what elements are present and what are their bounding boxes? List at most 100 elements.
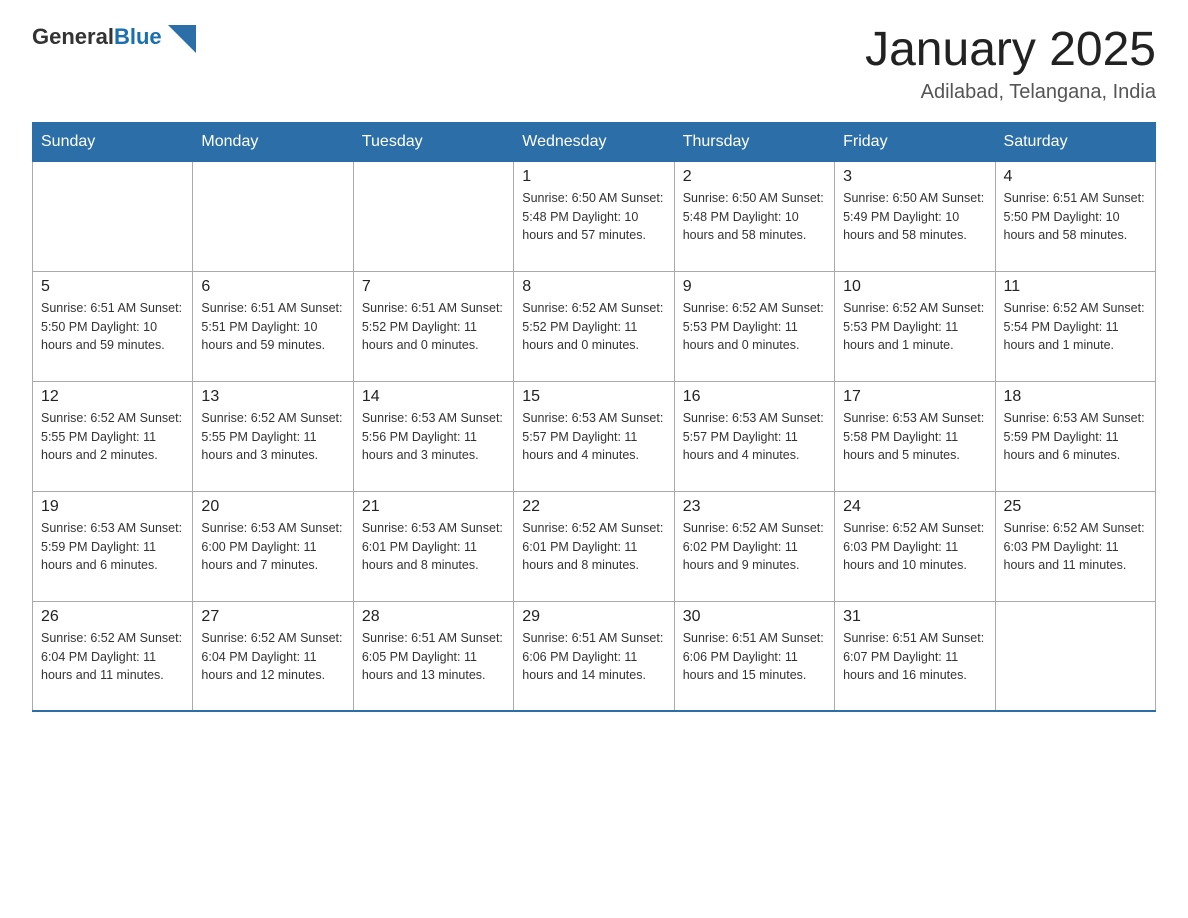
day-number: 30 bbox=[683, 608, 826, 626]
calendar-cell: 21 Sunrise: 6:53 AM Sunset: 6:01 PM Dayli… bbox=[353, 491, 513, 601]
day-info: Sunrise: 6:52 AM Sunset: 5:54 PM Dayligh… bbox=[1004, 299, 1147, 355]
day-number: 29 bbox=[522, 608, 665, 626]
day-number: 21 bbox=[362, 498, 505, 516]
day-number: 13 bbox=[201, 388, 344, 406]
calendar-cell: 31 Sunrise: 6:51 AM Sunset: 6:07 PM Dayli… bbox=[835, 601, 995, 711]
day-info: Sunrise: 6:51 AM Sunset: 5:51 PM Dayligh… bbox=[201, 299, 344, 355]
day-number: 26 bbox=[41, 608, 184, 626]
day-info: Sunrise: 6:50 AM Sunset: 5:49 PM Dayligh… bbox=[843, 189, 986, 245]
day-info: Sunrise: 6:51 AM Sunset: 6:05 PM Dayligh… bbox=[362, 629, 505, 685]
day-number: 23 bbox=[683, 498, 826, 516]
week-row-1: 1 Sunrise: 6:50 AM Sunset: 5:48 PM Daylig… bbox=[33, 161, 1156, 271]
week-row-3: 12 Sunrise: 6:52 AM Sunset: 5:55 PM Dayli… bbox=[33, 381, 1156, 491]
calendar-cell: 14 Sunrise: 6:53 AM Sunset: 5:56 PM Dayli… bbox=[353, 381, 513, 491]
weekday-header-thursday: Thursday bbox=[674, 122, 834, 161]
day-info: Sunrise: 6:52 AM Sunset: 5:52 PM Dayligh… bbox=[522, 299, 665, 355]
logo-icon bbox=[168, 25, 196, 53]
day-number: 18 bbox=[1004, 388, 1147, 406]
calendar-cell: 26Sunrise: 6:52 AM Sunset: 6:04 PM Dayli… bbox=[33, 601, 193, 711]
day-info: Sunrise: 6:51 AM Sunset: 6:06 PM Dayligh… bbox=[522, 629, 665, 685]
calendar-cell: 8 Sunrise: 6:52 AM Sunset: 5:52 PM Daylig… bbox=[514, 271, 674, 381]
calendar-cell: 12Sunrise: 6:52 AM Sunset: 5:55 PM Dayli… bbox=[33, 381, 193, 491]
calendar-body: 1 Sunrise: 6:50 AM Sunset: 5:48 PM Daylig… bbox=[33, 161, 1156, 711]
page-header: GeneralBlue January 2025 Adilabad, Telan… bbox=[32, 24, 1156, 104]
calendar-cell bbox=[33, 161, 193, 271]
day-number: 2 bbox=[683, 168, 826, 186]
day-info: Sunrise: 6:52 AM Sunset: 6:03 PM Dayligh… bbox=[1004, 519, 1147, 575]
calendar-table: SundayMondayTuesdayWednesdayThursdayFrid… bbox=[32, 122, 1156, 713]
calendar-cell bbox=[995, 601, 1155, 711]
day-number: 16 bbox=[683, 388, 826, 406]
week-row-4: 19 Sunrise: 6:53 AM Sunset: 5:59 PM Dayli… bbox=[33, 491, 1156, 601]
calendar-cell: 20Sunrise: 6:53 AM Sunset: 6:00 PM Dayli… bbox=[193, 491, 353, 601]
day-number: 10 bbox=[843, 278, 986, 296]
day-number: 22 bbox=[522, 498, 665, 516]
calendar-subtitle: Adilabad, Telangana, India bbox=[865, 81, 1156, 104]
day-info: Sunrise: 6:52 AM Sunset: 5:53 PM Dayligh… bbox=[843, 299, 986, 355]
weekday-header-tuesday: Tuesday bbox=[353, 122, 513, 161]
day-number: 5 bbox=[41, 278, 184, 296]
day-info: Sunrise: 6:50 AM Sunset: 5:48 PM Dayligh… bbox=[522, 189, 665, 245]
calendar-cell: 9Sunrise: 6:52 AM Sunset: 5:53 PM Daylig… bbox=[674, 271, 834, 381]
day-info: Sunrise: 6:51 AM Sunset: 6:07 PM Dayligh… bbox=[843, 629, 986, 685]
calendar-cell: 19 Sunrise: 6:53 AM Sunset: 5:59 PM Dayli… bbox=[33, 491, 193, 601]
logo-text: GeneralBlue bbox=[32, 24, 162, 49]
day-info: Sunrise: 6:51 AM Sunset: 6:06 PM Dayligh… bbox=[683, 629, 826, 685]
calendar-cell: 15 Sunrise: 6:53 AM Sunset: 5:57 PM Dayli… bbox=[514, 381, 674, 491]
weekday-header-monday: Monday bbox=[193, 122, 353, 161]
calendar-cell: 17Sunrise: 6:53 AM Sunset: 5:58 PM Dayli… bbox=[835, 381, 995, 491]
day-info: Sunrise: 6:50 AM Sunset: 5:48 PM Dayligh… bbox=[683, 189, 826, 245]
calendar-cell: 25Sunrise: 6:52 AM Sunset: 6:03 PM Dayli… bbox=[995, 491, 1155, 601]
calendar-cell: 13 Sunrise: 6:52 AM Sunset: 5:55 PM Dayli… bbox=[193, 381, 353, 491]
calendar-cell bbox=[193, 161, 353, 271]
day-number: 15 bbox=[522, 388, 665, 406]
day-info: Sunrise: 6:53 AM Sunset: 5:58 PM Dayligh… bbox=[843, 409, 986, 465]
day-number: 11 bbox=[1004, 278, 1147, 296]
week-row-2: 5 Sunrise: 6:51 AM Sunset: 5:50 PM Daylig… bbox=[33, 271, 1156, 381]
calendar-cell bbox=[353, 161, 513, 271]
calendar-cell: 24 Sunrise: 6:52 AM Sunset: 6:03 PM Dayli… bbox=[835, 491, 995, 601]
weekday-header-wednesday: Wednesday bbox=[514, 122, 674, 161]
day-info: Sunrise: 6:53 AM Sunset: 6:00 PM Dayligh… bbox=[201, 519, 344, 575]
day-info: Sunrise: 6:53 AM Sunset: 6:01 PM Dayligh… bbox=[362, 519, 505, 575]
weekday-header-friday: Friday bbox=[835, 122, 995, 161]
calendar-cell: 2 Sunrise: 6:50 AM Sunset: 5:48 PM Daylig… bbox=[674, 161, 834, 271]
day-info: Sunrise: 6:53 AM Sunset: 5:57 PM Dayligh… bbox=[522, 409, 665, 465]
day-info: Sunrise: 6:51 AM Sunset: 5:50 PM Dayligh… bbox=[1004, 189, 1147, 245]
day-number: 19 bbox=[41, 498, 184, 516]
day-number: 9 bbox=[683, 278, 826, 296]
day-info: Sunrise: 6:51 AM Sunset: 5:52 PM Dayligh… bbox=[362, 299, 505, 355]
calendar-cell: 30 Sunrise: 6:51 AM Sunset: 6:06 PM Dayli… bbox=[674, 601, 834, 711]
calendar-cell: 6Sunrise: 6:51 AM Sunset: 5:51 PM Daylig… bbox=[193, 271, 353, 381]
calendar-cell: 11 Sunrise: 6:52 AM Sunset: 5:54 PM Dayli… bbox=[995, 271, 1155, 381]
day-number: 3 bbox=[843, 168, 986, 186]
day-info: Sunrise: 6:52 AM Sunset: 6:03 PM Dayligh… bbox=[843, 519, 986, 575]
logo: GeneralBlue bbox=[32, 24, 196, 55]
day-info: Sunrise: 6:52 AM Sunset: 6:04 PM Dayligh… bbox=[201, 629, 344, 685]
day-info: Sunrise: 6:51 AM Sunset: 5:50 PM Dayligh… bbox=[41, 299, 184, 355]
calendar-cell: 10 Sunrise: 6:52 AM Sunset: 5:53 PM Dayli… bbox=[835, 271, 995, 381]
calendar-cell: 5 Sunrise: 6:51 AM Sunset: 5:50 PM Daylig… bbox=[33, 271, 193, 381]
weekday-header-row: SundayMondayTuesdayWednesdayThursdayFrid… bbox=[33, 122, 1156, 161]
calendar-cell: 23Sunrise: 6:52 AM Sunset: 6:02 PM Dayli… bbox=[674, 491, 834, 601]
week-row-5: 26 Sunrise: 6:52 AM Sunset: 6:04 PM Dayli… bbox=[33, 601, 1156, 711]
calendar-header: SundayMondayTuesdayWednesdayThursdayFrid… bbox=[33, 122, 1156, 161]
calendar-title: January 2025 bbox=[865, 24, 1156, 77]
day-number: 4 bbox=[1004, 168, 1147, 186]
day-number: 12 bbox=[41, 388, 184, 406]
day-number: 14 bbox=[362, 388, 505, 406]
day-number: 8 bbox=[522, 278, 665, 296]
day-info: Sunrise: 6:53 AM Sunset: 5:56 PM Dayligh… bbox=[362, 409, 505, 465]
day-info: Sunrise: 6:53 AM Sunset: 5:59 PM Dayligh… bbox=[41, 519, 184, 575]
weekday-header-sunday: Sunday bbox=[33, 122, 193, 161]
calendar-cell: 29 Sunrise: 6:51 AM Sunset: 6:06 PM Dayli… bbox=[514, 601, 674, 711]
day-number: 31 bbox=[843, 608, 986, 626]
calendar-cell: 1 Sunrise: 6:50 AM Sunset: 5:48 PM Daylig… bbox=[514, 161, 674, 271]
day-info: Sunrise: 6:52 AM Sunset: 5:55 PM Dayligh… bbox=[201, 409, 344, 465]
calendar-cell: 4 Sunrise: 6:51 AM Sunset: 5:50 PM Daylig… bbox=[995, 161, 1155, 271]
title-block: January 2025 Adilabad, Telangana, India bbox=[865, 24, 1156, 104]
day-number: 24 bbox=[843, 498, 986, 516]
weekday-header-saturday: Saturday bbox=[995, 122, 1155, 161]
day-number: 1 bbox=[522, 168, 665, 186]
calendar-cell: 16Sunrise: 6:53 AM Sunset: 5:57 PM Dayli… bbox=[674, 381, 834, 491]
